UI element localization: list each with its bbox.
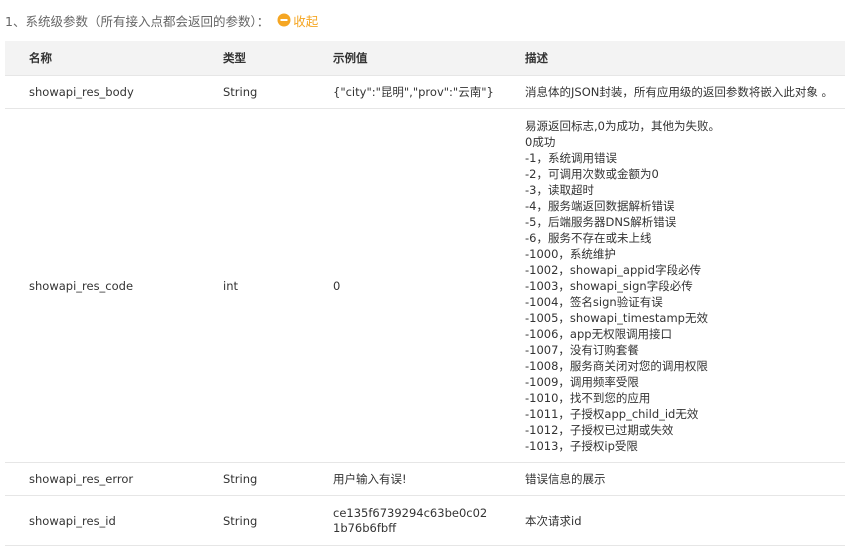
- code-description-line: 易源返回标志,0为成功，其他为失败。: [525, 118, 720, 133]
- cell-description: 消息体的JSON封装，所有应用级的返回参数将嵌入此对象 。: [519, 75, 845, 109]
- code-description-line: -1011，子授权app_child_id无效: [525, 406, 699, 421]
- cell-description: 易源返回标志,0为成功，其他为失败。 0成功 -1，系统调用错误 -2，可调用次…: [519, 108, 845, 463]
- table-header-row: 名称 类型 示例值 描述: [5, 41, 845, 76]
- example-line: ce135f6739294c63be0c02: [333, 505, 488, 520]
- code-description-line: -1004，签名sign验证有误: [525, 294, 663, 309]
- cell-example: {"city":"昆明","prov":"云南"}: [317, 75, 519, 109]
- cell-example: ce135f6739294c63be0c02 1b76b6fbff: [317, 495, 519, 546]
- code-description-line: -1013，子授权ip受限: [525, 438, 638, 453]
- code-description-line: -1006，app无权限调用接口: [525, 326, 673, 341]
- section-title: 1、系统级参数（所有接入点都会返回的参数）：: [5, 13, 270, 29]
- code-description-line: -3，读取超时: [525, 182, 594, 197]
- code-description-line: -1012，子授权已过期或失效: [525, 422, 674, 437]
- collapse-button[interactable]: 收起: [277, 11, 318, 30]
- example-line: 1b76b6fbff: [333, 520, 397, 535]
- code-description-line: -1008，服务商关闭对您的调用权限: [525, 358, 708, 373]
- params-table: 名称 类型 示例值 描述 showapi_res_body String {"c…: [5, 41, 845, 546]
- table-row: showapi_res_error String 用户输入有误! 错误信息的展示: [5, 462, 845, 496]
- params-page: 1、系统级参数（所有接入点都会返回的参数）： 收起 名称 类型 示例值 描述 s…: [0, 0, 845, 555]
- code-description-line: -5，后端服务器DNS解析错误: [525, 214, 677, 229]
- code-description-line: -6，服务不存在或未上线: [525, 230, 652, 245]
- cell-example: 0: [317, 108, 519, 463]
- section-header: 1、系统级参数（所有接入点都会返回的参数）： 收起: [5, 10, 318, 30]
- code-description-line: -2，可调用次数或金额为0: [525, 166, 659, 181]
- cell-type: String: [199, 75, 317, 109]
- code-description-line: 0成功: [525, 134, 556, 149]
- table-row: showapi_res_body String {"city":"昆明","pr…: [5, 75, 845, 109]
- cell-type: int: [199, 108, 317, 463]
- code-description-line: -4，服务端返回数据解析错误: [525, 198, 675, 213]
- code-description-line: -1002，showapi_appid字段必传: [525, 262, 702, 277]
- cell-type: String: [199, 462, 317, 496]
- code-description-line: -1005，showapi_timestamp无效: [525, 310, 708, 325]
- cell-name: showapi_res_code: [5, 108, 199, 463]
- table-row: showapi_res_code int 0 易源返回标志,0为成功，其他为失败…: [5, 108, 845, 463]
- cell-type: String: [199, 495, 317, 546]
- collapse-label: 收起: [293, 13, 319, 29]
- code-description-line: -1，系统调用错误: [525, 150, 617, 165]
- code-description-line: -1007，没有订购套餐: [525, 342, 639, 357]
- code-description-line: -1000，系统维护: [525, 246, 616, 261]
- code-description-line: -1009，调用频率受限: [525, 374, 639, 389]
- header-example: 示例值: [317, 41, 519, 76]
- header-description: 描述: [519, 41, 845, 76]
- header-name: 名称: [5, 41, 199, 76]
- code-description-line: -1010，找不到您的应用: [525, 390, 651, 405]
- cell-description: 错误信息的展示: [519, 462, 845, 496]
- cell-description: 本次请求id: [519, 495, 845, 546]
- table-row: showapi_res_id String ce135f6739294c63be…: [5, 495, 845, 546]
- cell-name: showapi_res_error: [5, 462, 199, 496]
- minus-circle-icon: [277, 13, 291, 27]
- cell-name: showapi_res_body: [5, 75, 199, 109]
- cell-name: showapi_res_id: [5, 495, 199, 546]
- code-description-line: -1003，showapi_sign字段必传: [525, 278, 693, 293]
- header-type: 类型: [199, 41, 317, 76]
- cell-example: 用户输入有误!: [317, 462, 519, 496]
